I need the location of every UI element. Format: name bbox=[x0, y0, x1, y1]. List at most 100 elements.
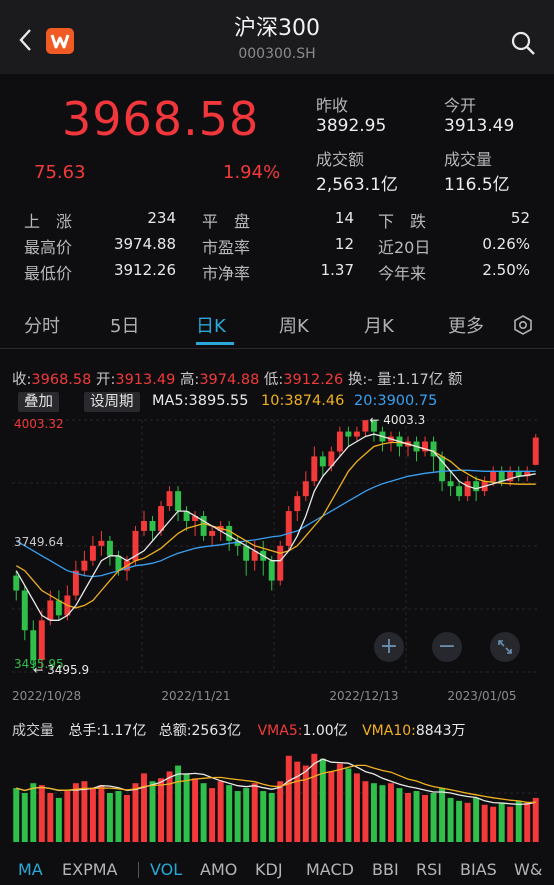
prev-close-value: 3892.95 bbox=[316, 116, 387, 136]
ind-tab-vol[interactable]: VOL bbox=[150, 860, 182, 879]
set-period-button[interactable]: 设周期 bbox=[84, 392, 140, 412]
candle-body bbox=[345, 431, 352, 437]
high-label: 高: bbox=[179, 372, 200, 388]
ind-tab-kdj[interactable]: KDJ bbox=[255, 860, 283, 879]
tab-intraday[interactable]: 分时 bbox=[24, 312, 60, 338]
stat-value-pe: 12 bbox=[334, 235, 354, 253]
zoom-in-button[interactable]: + bbox=[374, 632, 404, 662]
volume-bar bbox=[328, 771, 335, 842]
volume-bar bbox=[209, 788, 216, 842]
ma5-line bbox=[15, 433, 536, 621]
stat-value-pb: 1.37 bbox=[320, 261, 354, 279]
tab-more[interactable]: 更多 bbox=[448, 312, 484, 338]
page-title: 沪深300 bbox=[234, 16, 320, 41]
stat-value-low: 3912.26 bbox=[113, 261, 176, 279]
stat-label-pb: 市净率 bbox=[202, 264, 251, 283]
tab-5day[interactable]: 5日 bbox=[110, 312, 139, 338]
volume-bar bbox=[21, 793, 28, 842]
settings-icon[interactable] bbox=[512, 314, 534, 336]
volume-bar bbox=[149, 781, 156, 842]
ind-tab-bbi[interactable]: BBI bbox=[372, 860, 399, 879]
candle-body bbox=[439, 456, 446, 482]
overlay-button[interactable]: 叠加 bbox=[18, 392, 59, 412]
stat-value-high: 3974.88 bbox=[113, 235, 176, 253]
stat-label-flat: 平 盘 bbox=[202, 212, 251, 231]
amount-label: 额 bbox=[447, 372, 463, 388]
search-icon[interactable] bbox=[508, 28, 538, 58]
tab-weekly-k[interactable]: 周K bbox=[279, 312, 309, 338]
candle-body bbox=[302, 481, 309, 497]
ma20-label: 20: bbox=[354, 393, 378, 409]
total-amount-value: 2563亿 bbox=[191, 723, 242, 739]
candle-body bbox=[149, 520, 156, 531]
volume-bar bbox=[183, 773, 190, 842]
volume-bar bbox=[132, 783, 139, 842]
volume-bar bbox=[81, 781, 88, 842]
x-tick: 2022/11/21 bbox=[161, 689, 230, 703]
volume-bar bbox=[439, 788, 446, 842]
x-tick: 2023/01/05 bbox=[447, 689, 516, 703]
volume-bar bbox=[447, 797, 454, 842]
candle-body bbox=[532, 437, 539, 465]
volume-bar bbox=[234, 791, 241, 842]
expand-icon bbox=[498, 640, 512, 654]
candle-body bbox=[285, 511, 292, 546]
ind-tab-ma[interactable]: MA bbox=[18, 860, 43, 879]
tab-daily-k[interactable]: 日K bbox=[196, 312, 226, 338]
stat-label-up: 上 涨 bbox=[24, 212, 73, 231]
y-label-top: 4003.32 bbox=[14, 417, 64, 431]
prev-close-label: 昨收 bbox=[316, 96, 349, 115]
volume-bar bbox=[175, 765, 182, 842]
ind-tab-rsi[interactable]: RSI bbox=[416, 860, 442, 879]
candle-body bbox=[38, 620, 45, 661]
fullscreen-button[interactable] bbox=[490, 632, 520, 662]
volume-bar bbox=[200, 783, 207, 842]
volume-bar bbox=[336, 763, 343, 842]
volume-bar bbox=[38, 785, 45, 842]
volume-bar bbox=[158, 778, 165, 842]
open-label: 开: bbox=[95, 372, 116, 388]
ma20-value: 3900.75 bbox=[377, 393, 438, 409]
price-change-pct: 1.94% bbox=[223, 162, 281, 183]
ind-tab-expma[interactable]: EXPMA bbox=[62, 860, 117, 879]
volume-header: 成交量 总手:1.17亿 总额:2563亿 VMA5:1.00亿 VMA10:8… bbox=[12, 720, 466, 740]
candlestick-chart[interactable]: 4003.323749.643495.95← 4003.3← 3495.9202… bbox=[0, 410, 554, 710]
volume-bar bbox=[268, 793, 275, 842]
stat-label-high: 最高价 bbox=[24, 238, 73, 257]
low-label: 低: bbox=[263, 372, 284, 388]
candle-body bbox=[21, 590, 28, 631]
volume-bar bbox=[277, 781, 284, 842]
ma20-text: 20:3900.75 bbox=[354, 393, 437, 409]
tab-monthly-k[interactable]: 月K bbox=[364, 312, 394, 338]
candle-body bbox=[81, 560, 88, 571]
ma10-value: 3874.46 bbox=[284, 393, 345, 409]
total-hands-value: 1.17亿 bbox=[101, 723, 147, 739]
volume-bar bbox=[55, 797, 62, 842]
vma5-label: VMA5: bbox=[257, 723, 303, 739]
ma5-text: MA5:3895.55 bbox=[152, 393, 249, 409]
candle-body bbox=[362, 420, 369, 432]
volume-title: 成交量 bbox=[12, 723, 54, 739]
stat-value-ytd: 2.50% bbox=[482, 261, 530, 279]
y-label-mid: 3749.64 bbox=[14, 535, 64, 549]
ind-tab-bias[interactable]: BIAS bbox=[460, 860, 497, 879]
volume-bar bbox=[515, 800, 522, 842]
stat-label-pe: 市盈率 bbox=[202, 238, 251, 257]
volume-bar bbox=[47, 793, 54, 842]
ind-tab-macd[interactable]: MACD bbox=[306, 860, 354, 879]
candle-body bbox=[55, 600, 62, 616]
stat-label-ytd: 今年来 bbox=[378, 264, 427, 283]
candle-body bbox=[294, 496, 301, 512]
ma5-value: 3895.55 bbox=[188, 393, 249, 409]
ma10-label: 10: bbox=[261, 393, 285, 409]
x-tick: 2022/10/28 bbox=[12, 689, 81, 703]
candle-body bbox=[490, 471, 497, 482]
candle-body bbox=[98, 540, 105, 546]
candle-body bbox=[268, 560, 275, 581]
ind-tab-amo[interactable]: AMO bbox=[200, 860, 237, 879]
ind-tab-w[interactable]: W& bbox=[514, 860, 542, 879]
volume-bar bbox=[217, 781, 224, 842]
zoom-out-button[interactable]: − bbox=[432, 632, 462, 662]
close-value: 3968.58 bbox=[31, 372, 92, 388]
stat-value-up: 234 bbox=[147, 209, 176, 227]
